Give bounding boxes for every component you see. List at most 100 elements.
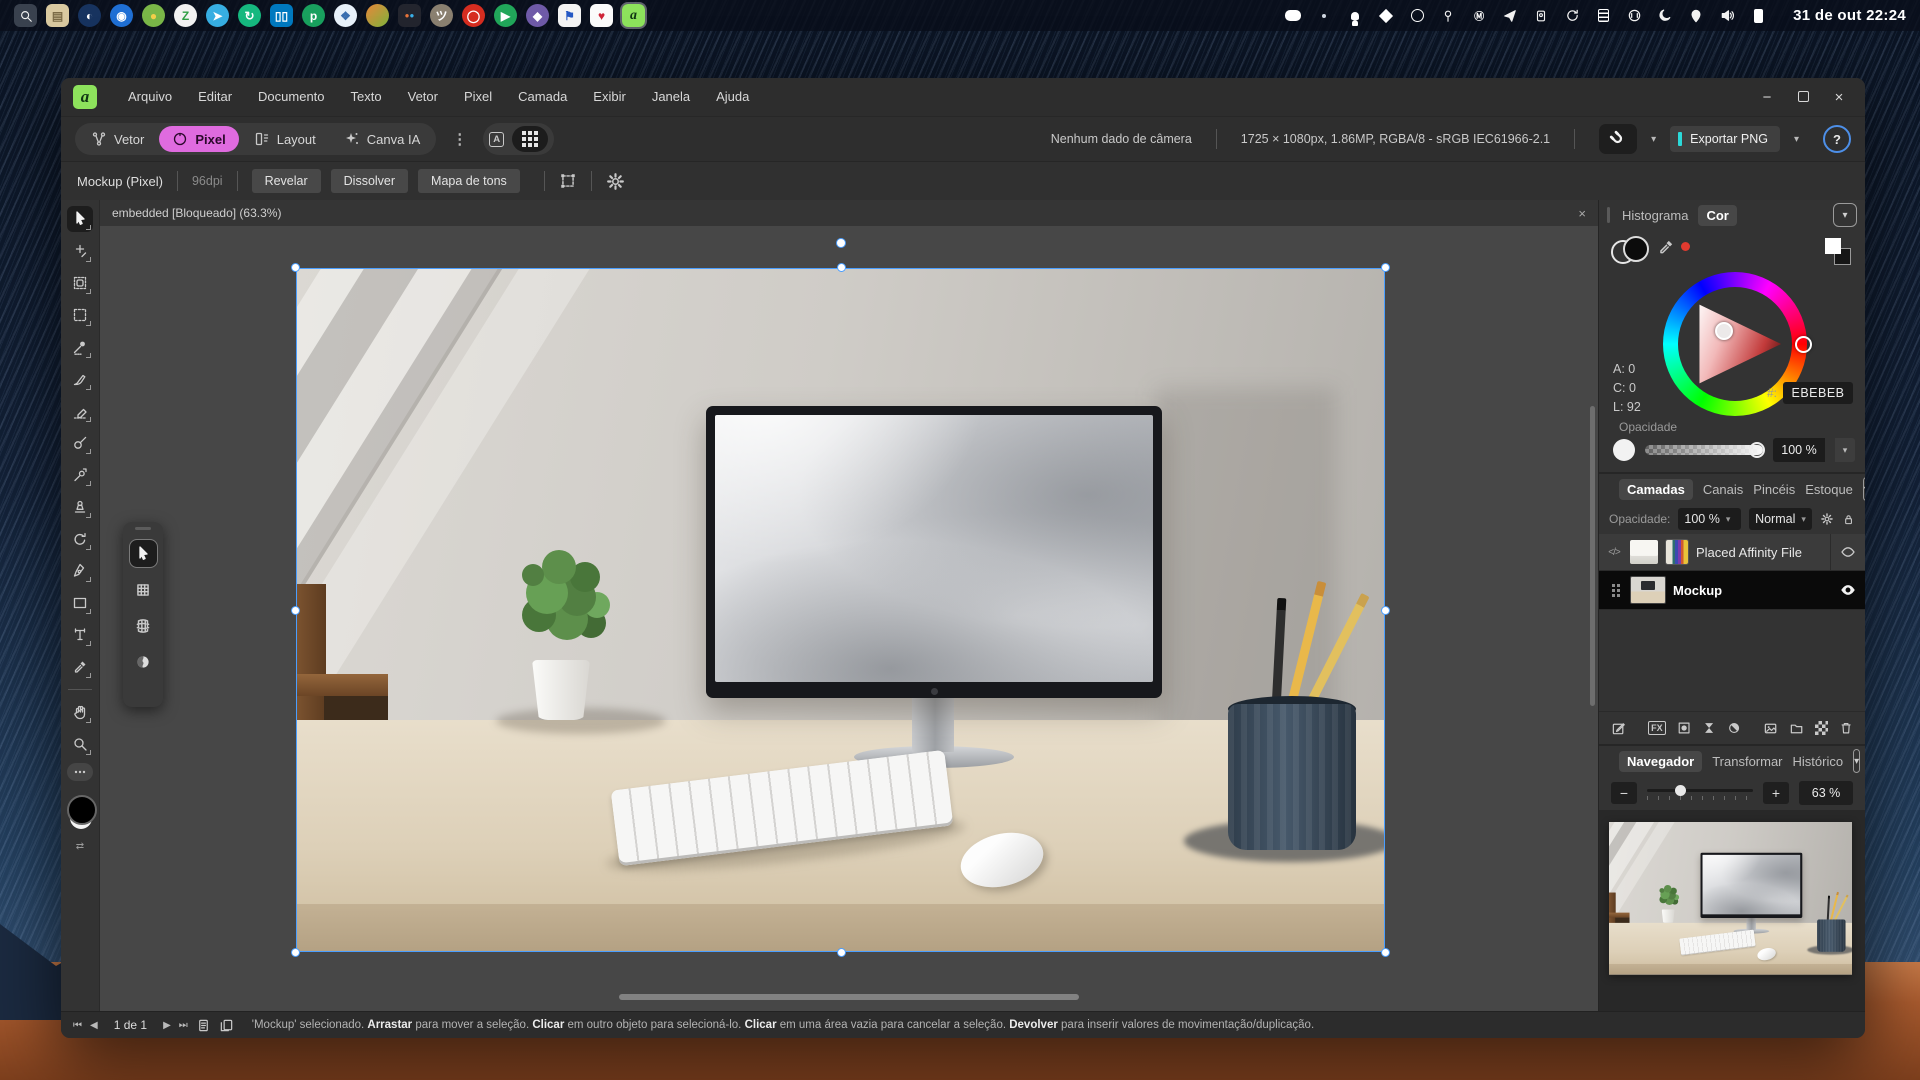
export-chevron-icon[interactable]: ▾	[1794, 134, 1799, 145]
new-group-icon[interactable]	[1789, 720, 1804, 737]
toolbar-overflow-icon[interactable]: ⋮	[452, 130, 467, 148]
zoom-tool[interactable]	[67, 731, 93, 757]
erase-brush-tool[interactable]	[67, 398, 93, 424]
preview-mode-icon[interactable]: A	[489, 132, 504, 147]
opacity-value[interactable]: 100 %	[1773, 438, 1825, 462]
move-tool[interactable]	[67, 206, 93, 232]
visibility-cell[interactable]	[1831, 571, 1865, 609]
dock-kde-ball-icon[interactable]: ❖	[334, 4, 357, 27]
selection-handle-se[interactable]	[1381, 948, 1390, 957]
first-page-icon[interactable]: ⏮	[73, 1020, 82, 1031]
dock-trello-icon[interactable]: ▯▯	[270, 4, 293, 27]
tab-canais[interactable]: Canais	[1703, 482, 1743, 497]
menu-documento[interactable]: Documento	[245, 78, 337, 116]
layer-opacity-dropdown[interactable]: 100 %▾	[1678, 508, 1741, 530]
snapping-chevron-icon[interactable]: ▾	[1651, 134, 1656, 145]
zoom-slider[interactable]	[1647, 785, 1753, 801]
frame-select-tool[interactable]	[67, 270, 93, 296]
persona-vetor-button[interactable]: Vetor	[78, 126, 157, 152]
flyout-mesh-warp-tool[interactable]	[130, 576, 157, 603]
layer-row-mockup[interactable]: Mockup	[1599, 571, 1865, 610]
minimize-button[interactable]: −	[1759, 89, 1775, 106]
dock-podcast-icon[interactable]: p	[302, 4, 325, 27]
opacity-slider-handle[interactable]	[1749, 442, 1765, 458]
tab-camadas[interactable]: Camadas	[1619, 479, 1693, 500]
blend-options-gear-icon[interactable]	[1820, 511, 1834, 527]
paint-brush-tool[interactable]	[67, 366, 93, 392]
previous-page-icon[interactable]: ◀	[90, 1020, 98, 1031]
layer-drag-dots-icon[interactable]	[1612, 589, 1615, 592]
selection-brush-tool[interactable]	[67, 430, 93, 456]
new-pixel-layer-icon[interactable]	[1763, 720, 1778, 737]
lock-icon[interactable]	[1842, 512, 1855, 527]
selection-handle-n[interactable]	[837, 263, 846, 272]
tab-histograma[interactable]: Histograma	[1622, 208, 1688, 223]
menu-arquivo[interactable]: Arquivo	[115, 78, 185, 116]
dock-davinci-resolve-icon[interactable]: ●●	[398, 4, 421, 27]
layer-row-placed-affinity-file[interactable]: </> Placed Affinity File	[1599, 534, 1865, 571]
volume-icon[interactable]	[1719, 8, 1735, 24]
navigator-preview[interactable]	[1599, 810, 1865, 1011]
blend-mode-dropdown[interactable]: Normal▾	[1749, 508, 1812, 530]
dock-zen-browser-icon[interactable]: Z	[174, 4, 197, 27]
battery-icon[interactable]	[1750, 8, 1766, 24]
dock-play-icon[interactable]: ▶	[494, 4, 517, 27]
document-tab[interactable]: embedded [Bloqueado] (63.3%)	[112, 206, 281, 220]
view-hand-tool[interactable]	[67, 699, 93, 725]
gear-icon[interactable]	[606, 172, 625, 191]
tab-transformar[interactable]: Transformar	[1712, 754, 1782, 769]
more-tools-button[interactable]	[67, 763, 93, 781]
menu-camada[interactable]: Camada	[505, 78, 580, 116]
navigator-thumbnail[interactable]	[1609, 822, 1852, 975]
zoom-in-button[interactable]: +	[1763, 782, 1789, 804]
tray-location-icon[interactable]	[1688, 8, 1704, 24]
clone-stamp-tool[interactable]	[67, 494, 93, 520]
mask-layer-icon[interactable]	[1677, 720, 1691, 736]
dock-telegram-icon[interactable]: ➤	[206, 4, 229, 27]
last-page-icon[interactable]: ⏭	[179, 1020, 188, 1031]
rotate-handle[interactable]	[836, 238, 846, 248]
node-crop-tool[interactable]	[67, 238, 93, 264]
foreground-colour-swatch[interactable]	[67, 795, 97, 825]
colour-sampler-icon[interactable]	[1657, 238, 1675, 261]
pen-tool[interactable]	[67, 558, 93, 584]
tray-id-badge-icon[interactable]	[1533, 8, 1549, 24]
tab-pinceis[interactable]: Pincéis	[1753, 482, 1795, 497]
foreground-swatch-square[interactable]	[1825, 238, 1841, 254]
tray-pin-icon[interactable]	[1440, 8, 1456, 24]
selection-handle-w[interactable]	[291, 606, 300, 615]
search-icon[interactable]	[14, 4, 37, 27]
export-png-button[interactable]: Exportar PNG	[1670, 126, 1780, 152]
dock-sync-icon[interactable]: ↻	[238, 4, 261, 27]
help-button[interactable]: ?	[1823, 125, 1851, 153]
dock-flag-app-icon[interactable]: ⚑	[558, 4, 581, 27]
visibility-cell[interactable]	[1830, 534, 1865, 570]
panel-menu-chevron-icon[interactable]: ▾	[1863, 477, 1865, 501]
frame-text-tool[interactable]	[67, 622, 93, 648]
dock-browser-globe-icon[interactable]: ◐	[78, 4, 101, 27]
dock-lutris-ball-icon[interactable]	[366, 4, 389, 27]
panel-menu-chevron-icon[interactable]: ▾	[1833, 203, 1857, 227]
placed-image-selection[interactable]	[296, 268, 1385, 952]
rectangle-tool[interactable]	[67, 590, 93, 616]
tray-server-stack-icon[interactable]	[1595, 8, 1611, 24]
flyout-move-tool[interactable]	[130, 540, 157, 567]
panel-drag-handle[interactable]	[1607, 207, 1610, 223]
adjustment-layer-icon[interactable]	[1702, 720, 1716, 736]
tab-estoque[interactable]: Estoque	[1805, 482, 1853, 497]
dock-youtube-music-icon[interactable]: ◯	[462, 4, 485, 27]
blend-tool[interactable]	[67, 526, 93, 552]
flood-select-brush-tool[interactable]	[67, 462, 93, 488]
menu-vetor[interactable]: Vetor	[395, 78, 451, 116]
tab-cor[interactable]: Cor	[1698, 205, 1736, 226]
clock[interactable]: 31 de out 22:24	[1793, 7, 1906, 24]
selection-handle-ne[interactable]	[1381, 263, 1390, 272]
tab-close-icon[interactable]: ×	[1578, 206, 1586, 221]
ui-grid-toggle-icon[interactable]	[512, 126, 548, 152]
tray-m-circle-icon[interactable]: Ⓜ	[1471, 8, 1487, 24]
pixel-brush-tool[interactable]	[67, 334, 93, 360]
tab-historico[interactable]: Histórico	[1793, 754, 1844, 769]
next-page-icon[interactable]: ▶	[163, 1020, 171, 1031]
opacity-chevron-icon[interactable]: ▾	[1835, 438, 1855, 462]
tray-headset-icon[interactable]	[1626, 8, 1642, 24]
